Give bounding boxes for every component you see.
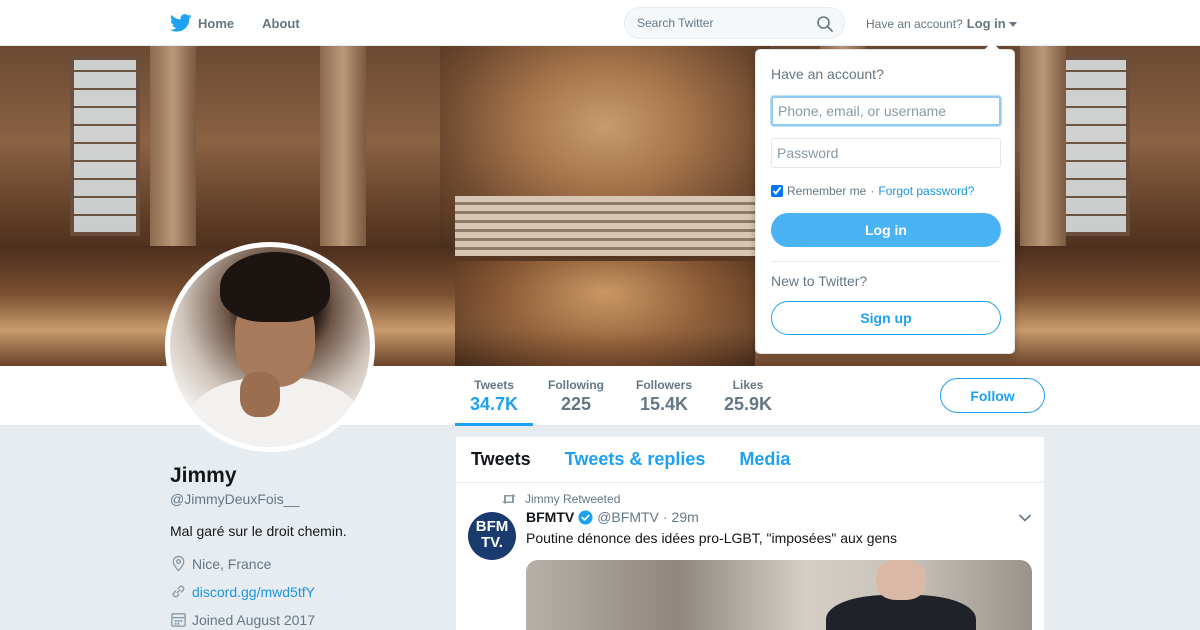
dropdown-title: Have an account? [771,66,884,82]
avatar-hair [220,252,330,322]
search-box [624,7,845,39]
profile-location: Nice, France [170,555,271,572]
login-dropdown: Have an account? Remember me · Forgot pa… [755,42,1015,354]
home-link[interactable]: Home [170,14,234,32]
stat-likes[interactable]: Likes 25.9K [724,378,772,415]
stat-followers[interactable]: Followers 15.4K [636,378,692,415]
tweet-media-image[interactable] [526,560,1032,630]
twitter-bird-icon [170,14,192,32]
tab-tweets-replies[interactable]: Tweets & replies [565,449,706,470]
tab-tweets[interactable]: Tweets [471,449,531,470]
about-label: About [262,15,300,31]
profile-link[interactable]: discord.gg/mwd5tfY [192,584,315,600]
tweet-header: BFMTV @BFMTV · 29m [526,509,699,525]
calendar-icon [171,613,186,627]
username-field[interactable] [771,96,1001,126]
stat-label: Tweets [474,378,514,392]
stat-tweets[interactable]: Tweets 34.7K [470,378,518,415]
signup-button[interactable]: Sign up [771,301,1001,335]
tab-media[interactable]: Media [739,449,790,470]
dropdown-divider [771,261,1001,262]
verified-icon [578,509,593,525]
banner-window [1060,56,1130,236]
profile-handle[interactable]: @JimmyDeuxFois__ [170,491,299,507]
login-link[interactable]: Log in [967,16,1006,31]
banner-window [70,56,140,236]
tweet-time[interactable]: 29m [672,509,699,525]
tweet-dot: · [662,509,668,525]
stat-label: Following [548,378,604,392]
account-menu[interactable]: Have an account? Log in [866,16,1017,31]
avatar[interactable] [165,242,375,452]
remember-label[interactable]: Remember me [787,184,866,198]
active-stat-underline [455,423,533,426]
profile-url: discord.gg/mwd5tfY [170,583,315,600]
login-button[interactable]: Log in [771,213,1001,247]
about-link[interactable]: About [262,16,300,31]
location-icon [172,555,185,572]
have-account-text: Have an account? [866,16,963,31]
retweet-text: Jimmy Retweeted [525,492,621,506]
profile-bio: Mal garé sur le droit chemin. [170,523,347,539]
retweet-context: Jimmy Retweeted [501,492,620,506]
tweet-text: Poutine dénonce des idées pro-LGBT, "imp… [526,530,898,546]
timeline-tabs: Tweets Tweets & replies Media [456,437,1044,483]
home-label: Home [198,15,235,31]
profile-name[interactable]: Jimmy [170,464,237,488]
remember-row: Remember me · Forgot password? [771,184,974,198]
top-navigation: Home About Have an account? Log in [0,0,1200,46]
tweet-author-name[interactable]: BFMTV [526,509,574,525]
tweet-author-handle[interactable]: @BFMTV [597,509,659,525]
forgot-password-link[interactable]: Forgot password? [878,184,974,198]
avatar-hand [240,372,280,417]
remember-separator: · [870,184,875,198]
follow-button[interactable]: Follow [940,378,1045,413]
timeline: Tweets Tweets & replies Media Jimmy Retw… [456,437,1044,630]
stat-value: 225 [560,394,592,414]
stat-label: Likes [732,378,764,392]
caret-down-icon [1008,21,1017,27]
stat-value: 25.9K [724,394,773,414]
banner-reflection [455,261,755,366]
tweet-avatar[interactable]: BFM TV. [468,512,516,560]
stat-value: 15.4K [639,394,689,414]
new-to-twitter-text: New to Twitter? [771,273,868,289]
stat-label: Followers [636,378,693,392]
search-input[interactable] [625,8,805,38]
profile-joined: Joined August 2017 [170,611,315,628]
password-field[interactable] [771,138,1001,168]
chevron-down-icon[interactable] [1018,513,1032,523]
remember-checkbox[interactable] [771,185,783,197]
retweet-icon [502,494,516,504]
banner-steps [455,196,755,256]
nav-left: Home About [170,0,328,46]
media-figure-face [876,560,926,600]
location-text: Nice, France [192,555,272,572]
link-icon [172,585,185,598]
joined-text: Joined August 2017 [192,611,315,628]
stat-following[interactable]: Following 225 [548,378,604,415]
search-icon[interactable] [816,15,834,33]
stat-value: 34.7K [470,394,519,414]
media-figure-suit [826,595,976,630]
